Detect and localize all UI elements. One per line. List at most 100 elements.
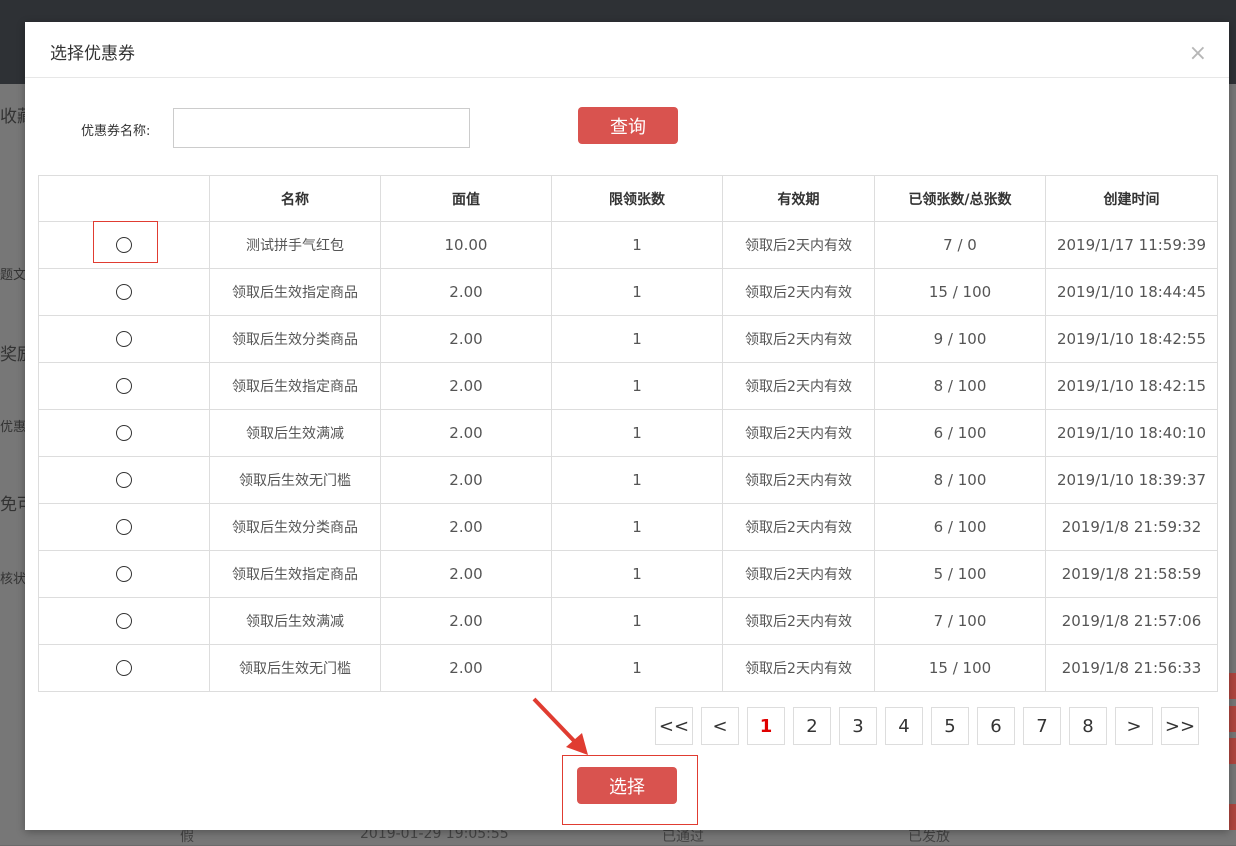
background-text-fragment: 优惠	[0, 420, 26, 435]
cell-value: 2.00	[380, 362, 552, 410]
coupon-radio[interactable]	[116, 284, 132, 300]
table-row: 领取后生效满减 2.00 1 领取后2天内有效 6 / 100 2019/1/10 18:…	[38, 409, 1218, 457]
query-button[interactable]: 查询	[578, 107, 678, 144]
cell-claimed: 6 / 100	[874, 503, 1046, 551]
page-button[interactable]: 3	[839, 707, 877, 745]
cell-limit: 1	[551, 456, 723, 504]
cell-claimed: 7 / 100	[874, 597, 1046, 645]
coupon-radio[interactable]	[116, 472, 132, 488]
cell-validity: 领取后2天内有效	[722, 644, 875, 692]
cell-validity: 领取后2天内有效	[722, 362, 875, 410]
page-button[interactable]: 1	[747, 707, 785, 745]
modal-title: 选择优惠券	[50, 44, 135, 64]
cell-validity: 领取后2天内有效	[722, 456, 875, 504]
cell-name: 领取后生效无门槛	[209, 644, 381, 692]
radio-cell	[38, 503, 210, 551]
column-header: 已领张数/总张数	[874, 175, 1046, 222]
table-row: 领取后生效分类商品 2.00 1 领取后2天内有效 9 / 100 2019/1/10 1…	[38, 315, 1218, 363]
cell-name: 领取后生效满减	[209, 409, 381, 457]
cell-claimed: 15 / 100	[874, 268, 1046, 316]
cell-name: 领取后生效满减	[209, 597, 381, 645]
cell-value: 2.00	[380, 644, 552, 692]
cell-claimed: 7 / 0	[874, 221, 1046, 269]
coupon-radio[interactable]	[116, 425, 132, 441]
cell-value: 2.00	[380, 315, 552, 363]
close-icon[interactable]: ×	[1189, 43, 1207, 65]
table-row: 测试拼手气红包 10.00 1 领取后2天内有效 7 / 0 2019/1/17 11:5…	[38, 221, 1218, 269]
background-text-fragment: 收藏	[0, 107, 26, 127]
cell-limit: 1	[551, 268, 723, 316]
coupon-radio[interactable]	[116, 566, 132, 582]
page-button[interactable]: 8	[1069, 707, 1107, 745]
coupon-radio[interactable]	[116, 331, 132, 347]
coupon-table: 名称 面值 限领张数 有效期 已领张数/总张数 创建时间 测试拼手气红包 10.00 1 领取后…	[38, 175, 1218, 692]
cell-created: 2019/1/10 18:40:10	[1045, 409, 1218, 457]
column-header: 限领张数	[551, 175, 723, 222]
cell-value: 2.00	[380, 550, 552, 598]
cell-limit: 1	[551, 221, 723, 269]
column-header: 创建时间	[1045, 175, 1218, 222]
cell-created: 2019/1/10 18:39:37	[1045, 456, 1218, 504]
page-button[interactable]: 2	[793, 707, 831, 745]
table-row: 领取后生效分类商品 2.00 1 领取后2天内有效 6 / 100 2019/1/8 21…	[38, 503, 1218, 551]
coupon-name-input[interactable]	[173, 108, 470, 148]
cell-validity: 领取后2天内有效	[722, 221, 875, 269]
table-row: 领取后生效无门槛 2.00 1 领取后2天内有效 15 / 100 2019/1/8 21…	[38, 644, 1218, 692]
cell-name: 领取后生效分类商品	[209, 503, 381, 551]
cell-limit: 1	[551, 362, 723, 410]
page-button[interactable]: 4	[885, 707, 923, 745]
cell-created: 2019/1/8 21:59:32	[1045, 503, 1218, 551]
radio-highlight-box	[93, 221, 158, 263]
page-button[interactable]: <	[701, 707, 739, 745]
cell-name: 领取后生效无门槛	[209, 456, 381, 504]
table-row: 领取后生效指定商品 2.00 1 领取后2天内有效 5 / 100 2019/1/8 21…	[38, 550, 1218, 598]
cell-value: 2.00	[380, 268, 552, 316]
cell-created: 2019/1/10 18:42:15	[1045, 362, 1218, 410]
cell-created: 2019/1/8 21:56:33	[1045, 644, 1218, 692]
page-button[interactable]: >	[1115, 707, 1153, 745]
cell-limit: 1	[551, 503, 723, 551]
coupon-name-label: 优惠券名称:	[81, 124, 151, 139]
radio-cell	[38, 315, 210, 363]
cell-limit: 1	[551, 409, 723, 457]
cell-name: 领取后生效指定商品	[209, 550, 381, 598]
radio-cell	[38, 550, 210, 598]
cell-limit: 1	[551, 550, 723, 598]
page-button[interactable]: 5	[931, 707, 969, 745]
background-text-fragment: 奖励	[0, 345, 26, 365]
table-row: 领取后生效无门槛 2.00 1 领取后2天内有效 8 / 100 2019/1/10 18…	[38, 456, 1218, 504]
cell-created: 2019/1/8 21:58:59	[1045, 550, 1218, 598]
cell-name: 领取后生效分类商品	[209, 315, 381, 363]
cell-created: 2019/1/8 21:57:06	[1045, 597, 1218, 645]
cell-value: 10.00	[380, 221, 552, 269]
radio-cell	[38, 409, 210, 457]
cell-validity: 领取后2天内有效	[722, 597, 875, 645]
page-button[interactable]: 7	[1023, 707, 1061, 745]
cell-validity: 领取后2天内有效	[722, 268, 875, 316]
cell-claimed: 5 / 100	[874, 550, 1046, 598]
background-text-fragment: 免可	[0, 495, 26, 515]
page-button[interactable]: <<	[655, 707, 693, 745]
modal-header: 选择优惠券 ×	[25, 22, 1229, 78]
coupon-radio[interactable]	[116, 519, 132, 535]
radio-cell	[38, 597, 210, 645]
background-text-fragment: 题文	[0, 268, 26, 283]
cell-claimed: 8 / 100	[874, 456, 1046, 504]
coupon-radio[interactable]	[116, 660, 132, 676]
cell-value: 2.00	[380, 456, 552, 504]
cell-claimed: 6 / 100	[874, 409, 1046, 457]
coupon-radio[interactable]	[116, 378, 132, 394]
table-row: 领取后生效满减 2.00 1 领取后2天内有效 7 / 100 2019/1/8 21:5…	[38, 597, 1218, 645]
cell-validity: 领取后2天内有效	[722, 409, 875, 457]
cell-validity: 领取后2天内有效	[722, 550, 875, 598]
cell-created: 2019/1/10 18:44:45	[1045, 268, 1218, 316]
cell-claimed: 9 / 100	[874, 315, 1046, 363]
page-button[interactable]: 6	[977, 707, 1015, 745]
annotation-arrow-icon	[532, 697, 588, 755]
select-button[interactable]: 选择	[577, 767, 677, 804]
coupon-radio[interactable]	[116, 613, 132, 629]
column-header	[38, 175, 210, 222]
page-button[interactable]: >>	[1161, 707, 1199, 745]
table-header-row: 名称 面值 限领张数 有效期 已领张数/总张数 创建时间	[38, 175, 1218, 222]
cell-validity: 领取后2天内有效	[722, 503, 875, 551]
